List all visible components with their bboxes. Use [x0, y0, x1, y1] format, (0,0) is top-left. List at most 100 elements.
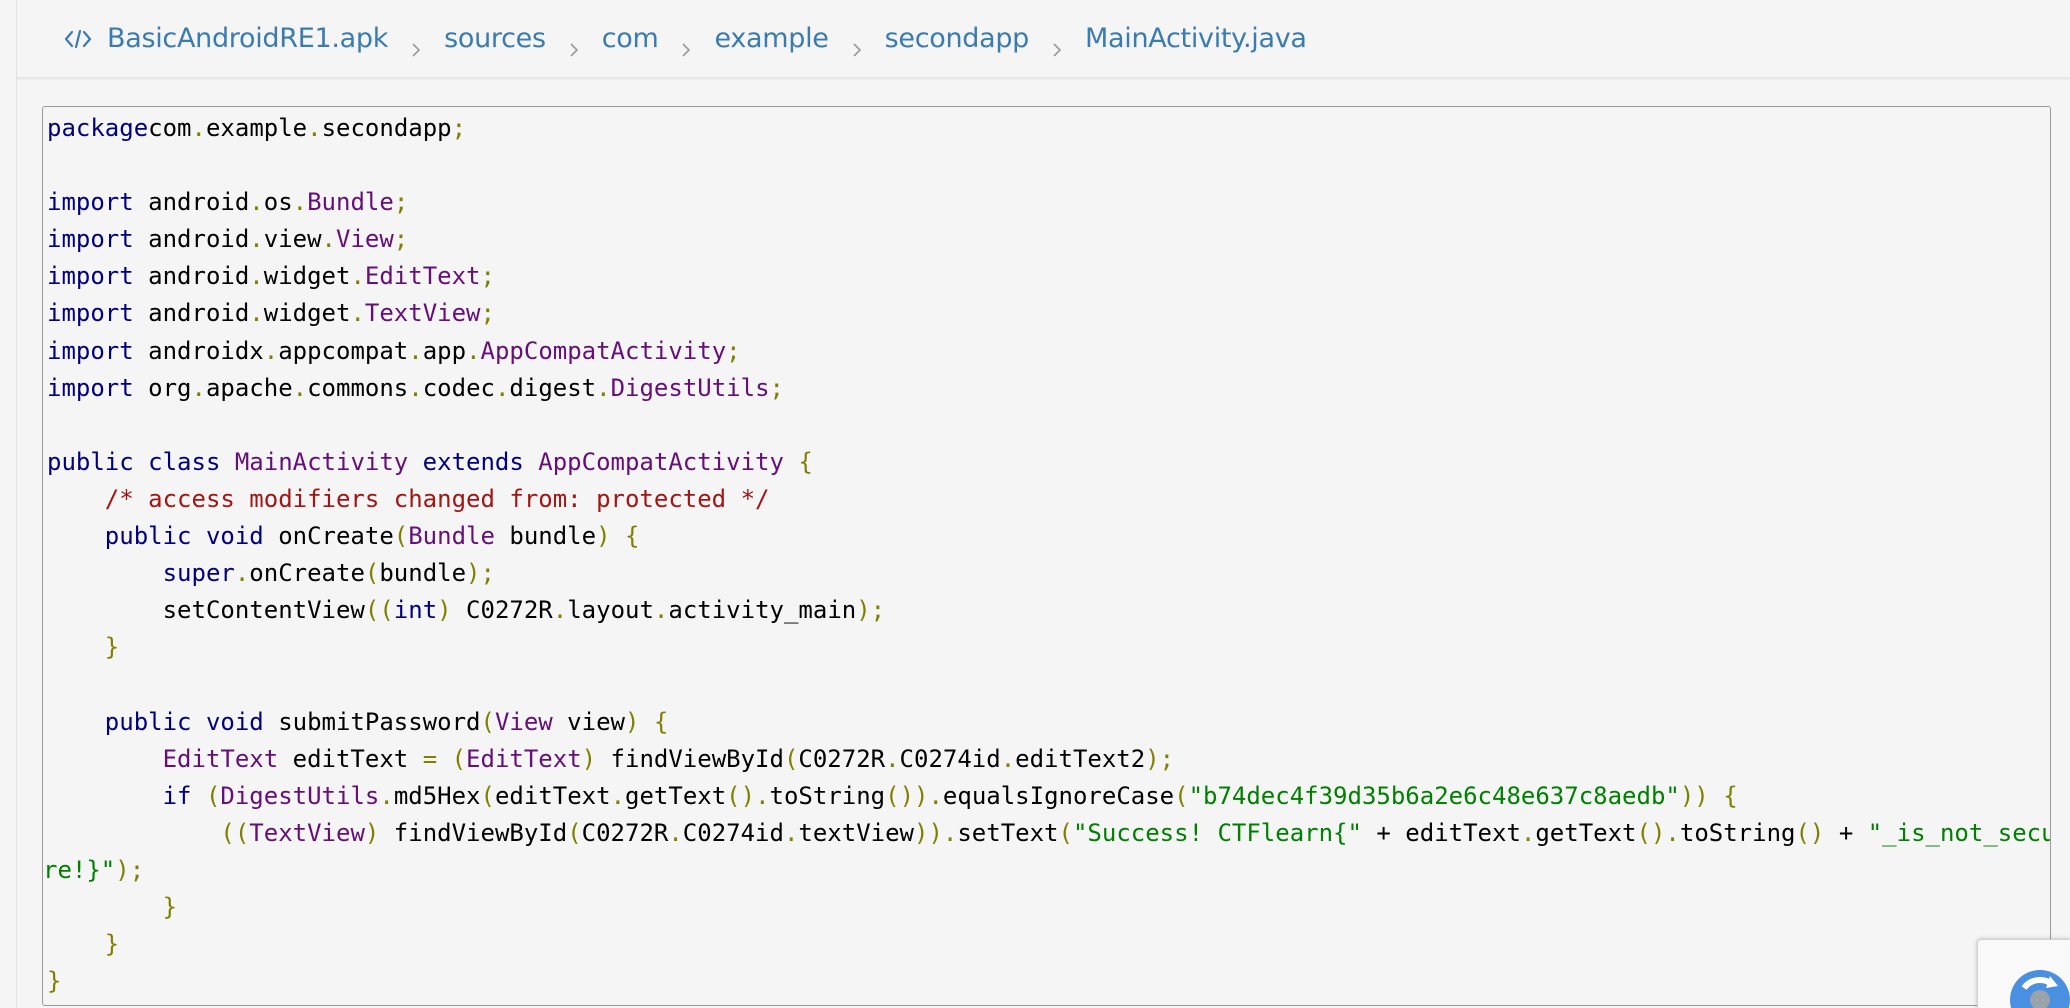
- code-token: secondapp: [321, 114, 452, 142]
- code-token: getText: [1535, 818, 1637, 847]
- code-token: android: [133, 299, 250, 328]
- chevron-right-icon: [410, 33, 422, 57]
- page: BasicAndroidRE1.apk sources com example seco…: [0, 0, 2070, 1008]
- breadcrumb-item[interactable]: MainActivity.java: [1085, 23, 1307, 54]
- code-line: import androidx.appcompat.app.AppCompatA…: [47, 333, 2050, 370]
- code-token: widget: [263, 299, 351, 328]
- code-line: packagecom.example.secondapp;: [47, 110, 2050, 147]
- breadcrumb-item[interactable]: example: [714, 23, 828, 54]
- code-token: activity_main: [668, 596, 857, 625]
- breadcrumb-item[interactable]: com: [602, 23, 659, 54]
- code-token: org: [133, 373, 192, 402]
- code-token: AppCompatActivity: [538, 447, 784, 476]
- code-token: bundle: [379, 559, 467, 588]
- code-token: C0272R: [581, 818, 669, 847]
- code-token: onCreate: [278, 522, 394, 551]
- code-token: .: [292, 373, 308, 402]
- chevron-right-icon: [1051, 33, 1063, 57]
- code-token: );: [115, 855, 145, 884]
- code-token: bundle: [494, 522, 597, 551]
- code-token: .: [249, 299, 264, 328]
- code-token: editText: [494, 781, 611, 810]
- code-token: editText2: [1015, 744, 1146, 773]
- code-token: (: [205, 781, 221, 810]
- code-token: .: [191, 373, 206, 402]
- code-token: digest: [509, 373, 597, 402]
- code-icon: [63, 27, 93, 51]
- code-line: if (DigestUtils.md5Hex(editText.getText(…: [47, 778, 2050, 815]
- code-token: ;: [480, 262, 495, 291]
- code-token: example: [205, 114, 308, 142]
- code-token: widget: [263, 262, 351, 291]
- code-token: = (: [422, 744, 467, 773]
- code-token: }: [47, 930, 120, 959]
- code-token: EditText: [47, 744, 279, 773]
- code-token: .: [408, 336, 423, 365]
- code-token: ((: [364, 596, 394, 625]
- code-token: public void: [47, 522, 279, 551]
- code-token: .: [885, 744, 900, 773]
- code-token: apache: [205, 373, 293, 402]
- code-line: import android.view.View;: [47, 221, 2050, 258]
- code-token: textView: [798, 818, 914, 847]
- code-token: DigestUtils: [610, 373, 770, 402]
- code-token: .: [234, 559, 250, 588]
- code-token: editText: [278, 744, 423, 773]
- code-token: .: [653, 596, 669, 625]
- code-token: com: [148, 114, 192, 142]
- code-token: int: [393, 596, 438, 625]
- code-line: }: [47, 926, 2050, 963]
- code-token: C0274id: [682, 818, 784, 847]
- code-token: setContentView: [47, 596, 365, 625]
- code-token: androidx: [133, 336, 264, 365]
- code-token: layout: [567, 596, 654, 625]
- code-token: .: [191, 114, 206, 142]
- code-token: }: [47, 967, 62, 996]
- code-token: ) {: [624, 707, 669, 736]
- code-line: ((TextView) findViewById(C0272R.C0274id.…: [47, 815, 2050, 852]
- code-line: public class MainActivity extends AppCom…: [47, 444, 2050, 481]
- code-token: ): [437, 596, 452, 625]
- code-token: .: [249, 262, 264, 291]
- code-line: setContentView((int) C0272R.layout.activ…: [47, 592, 2050, 629]
- code-token: C0274id: [899, 744, 1001, 773]
- code-token: ): [364, 818, 380, 847]
- code-token: (: [1058, 818, 1073, 847]
- code-token: ) {: [596, 522, 640, 551]
- code-token: import: [47, 299, 134, 328]
- code-token: .: [610, 781, 626, 810]
- code-token: {: [783, 447, 813, 476]
- code-token: (): [1795, 818, 1825, 847]
- code-line: import android.widget.EditText;: [47, 258, 2050, 295]
- code-token: .: [1000, 744, 1016, 773]
- code-viewer[interactable]: packagecom.example.secondapp; import and…: [42, 106, 2051, 1006]
- code-token: import: [47, 336, 134, 365]
- code-token: "b74dec4f39d35b6a2e6c48e637c8aedb": [1188, 781, 1680, 810]
- code-token: .: [321, 225, 336, 254]
- code-token: .: [249, 225, 264, 254]
- code-line: }: [47, 629, 2050, 666]
- code-token: View: [494, 707, 553, 736]
- breadcrumb-item[interactable]: secondapp: [885, 23, 1030, 54]
- code-token: (: [364, 559, 380, 588]
- code-token: (: [480, 781, 495, 810]
- breadcrumb-item[interactable]: BasicAndroidRE1.apk: [107, 23, 388, 54]
- code-token: .: [596, 373, 611, 402]
- code-token: /* access modifiers changed from: protec…: [104, 484, 770, 513]
- code-token: ()).: [885, 781, 943, 810]
- code-token: ;: [480, 299, 495, 328]
- recaptcha-badge[interactable]: [1977, 939, 2070, 1008]
- code-token: );: [466, 559, 495, 588]
- code-token: getText: [625, 781, 727, 810]
- code-token: import: [47, 188, 134, 217]
- code-token: app: [422, 336, 467, 365]
- source-code: packagecom.example.secondapp; import and…: [43, 110, 2050, 1000]
- code-token: ;: [393, 225, 409, 254]
- breadcrumb-item[interactable]: sources: [444, 23, 546, 54]
- code-line: import android.os.Bundle;: [47, 184, 2050, 221]
- code-token: import: [47, 225, 134, 254]
- code-token: commons: [307, 373, 409, 402]
- code-token: .: [350, 299, 365, 328]
